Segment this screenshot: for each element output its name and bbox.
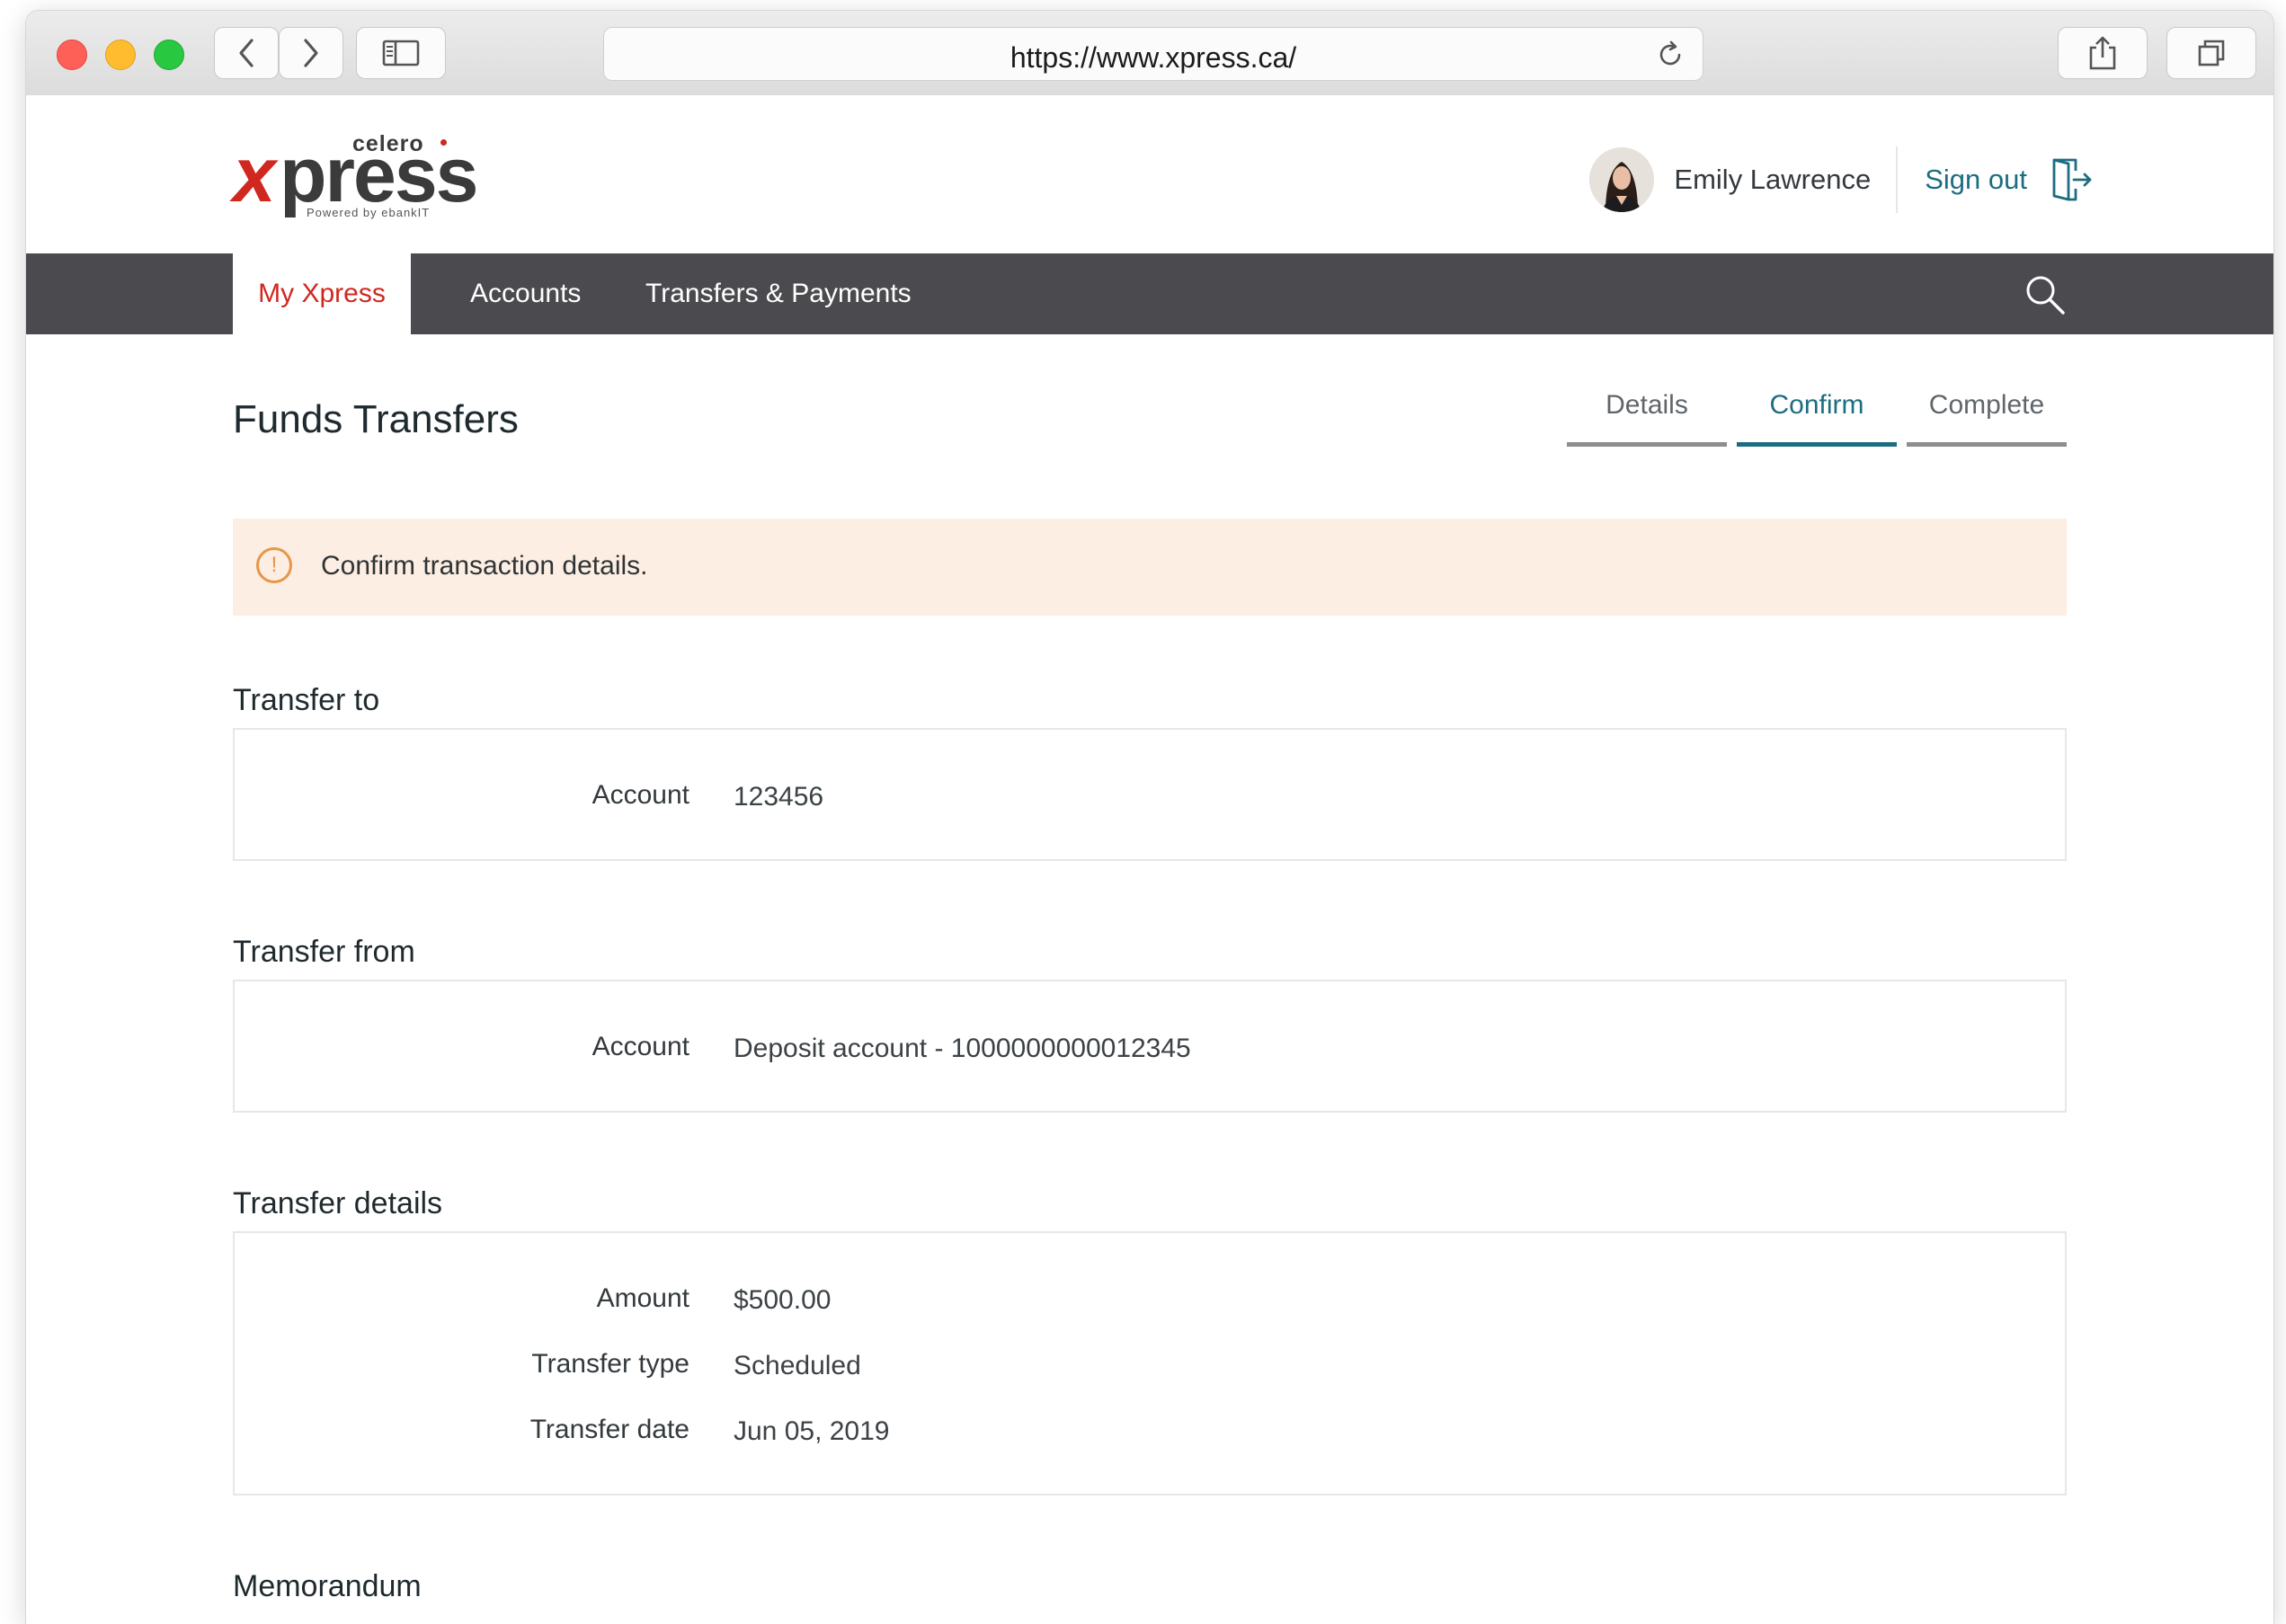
logo-press-text: press (280, 132, 478, 218)
amount-value: $500.00 (734, 1285, 832, 1315)
xpress-logo[interactable]: celero x press Powered by ebankIT (233, 131, 478, 221)
exclamation-icon: ! (256, 547, 292, 583)
transfer-details-panel: Amount $500.00 Transfer type Scheduled T… (233, 1231, 2067, 1495)
amount-label: Amount (596, 1283, 689, 1313)
reload-icon[interactable] (1654, 39, 1686, 71)
step-details: Details (1567, 390, 1727, 447)
zoom-window-button[interactable] (154, 40, 184, 70)
search-icon[interactable] (2024, 273, 2067, 316)
detail-row: Amount $500.00 (235, 1283, 2065, 1319)
user-name[interactable]: Emily Lawrence (1674, 164, 1871, 196)
tabs-icon (2198, 40, 2225, 67)
transfer-from-panel: Account Deposit account - 10000000000123… (233, 980, 2067, 1113)
section-title-transfer-from: Transfer from (233, 935, 415, 969)
chevron-right-icon (304, 39, 318, 67)
site-header: celero x press Powered by ebankIT Emily … (26, 95, 2273, 253)
main-nav: My Xpress Accounts Transfers & Payments (26, 253, 2273, 334)
account-label: Account (592, 780, 689, 810)
header-divider (1896, 146, 1899, 213)
logo-x-letter: x (233, 132, 276, 218)
avatar[interactable] (1589, 147, 1655, 212)
nav-item-accounts[interactable]: Accounts (470, 253, 581, 334)
minimize-window-button[interactable] (105, 40, 136, 70)
section-title-transfer-to: Transfer to (233, 683, 380, 717)
transfer-type-label: Transfer type (531, 1349, 689, 1379)
close-window-button[interactable] (57, 40, 87, 70)
user-area: Emily Lawrence Sign out (1589, 144, 2094, 216)
account-label: Account (592, 1032, 689, 1061)
address-bar[interactable]: https://www.xpress.ca/ (603, 27, 1703, 81)
browser-window: https://www.xpress.ca/ celero x press Po… (26, 11, 2273, 1624)
step-complete: Complete (1907, 390, 2067, 447)
tabs-overview-button[interactable] (2166, 27, 2256, 79)
forward-button[interactable] (279, 27, 343, 79)
sidebar-icon (382, 40, 420, 67)
sidebar-toggle-button[interactable] (356, 27, 446, 79)
transfer-to-panel: Account 123456 (233, 728, 2067, 861)
logo-powered-by: Powered by ebankIT (307, 206, 431, 219)
transfer-date-value: Jun 05, 2019 (734, 1416, 890, 1446)
section-title-memorandum: Memorandum (233, 1569, 422, 1603)
section-title-transfer-details: Transfer details (233, 1186, 443, 1220)
browser-toolbar: https://www.xpress.ca/ (26, 11, 2273, 96)
detail-row: Transfer date Jun 05, 2019 (235, 1415, 2065, 1451)
detail-row: Transfer type Scheduled (235, 1349, 2065, 1385)
page-title: Funds Transfers (233, 397, 519, 441)
back-button[interactable] (214, 27, 279, 79)
detail-row: Account 123456 (235, 780, 2065, 816)
url-text[interactable]: https://www.xpress.ca/ (604, 41, 1703, 75)
progress-steps: Details Confirm Complete (1557, 390, 2067, 447)
alert-text: Confirm transaction details. (321, 551, 648, 581)
step-confirm: Confirm (1737, 390, 1897, 447)
transfer-type-value: Scheduled (734, 1351, 861, 1380)
share-button[interactable] (2058, 27, 2148, 79)
transfer-date-label: Transfer date (529, 1415, 689, 1444)
chevron-left-icon (239, 39, 254, 67)
nav-item-transfers-payments[interactable]: Transfers & Payments (645, 253, 912, 334)
sign-out-icon[interactable] (2049, 156, 2094, 203)
account-value: Deposit account - 1000000000012345 (734, 1034, 1191, 1063)
account-value: 123456 (734, 782, 824, 812)
share-icon (2089, 36, 2116, 70)
user-photo (1589, 147, 1655, 212)
detail-row: Account Deposit account - 10000000000123… (235, 1032, 2065, 1068)
nav-item-my-xpress[interactable]: My Xpress (233, 253, 411, 334)
confirm-alert: ! Confirm transaction details. (233, 519, 2067, 616)
sign-out-link[interactable]: Sign out (1925, 164, 2027, 196)
